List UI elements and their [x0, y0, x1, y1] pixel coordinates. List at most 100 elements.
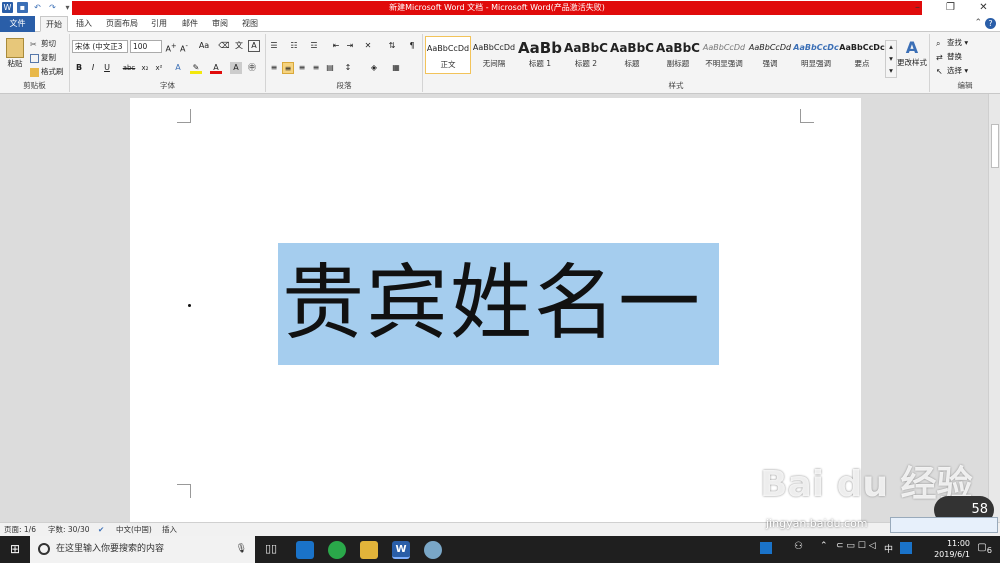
- style-item[interactable]: AaBbCcDc 明显强调: [793, 36, 839, 74]
- notification-icon[interactable]: ▢6: [977, 542, 992, 555]
- style-item[interactable]: AaBbC 标题 2: [563, 36, 609, 74]
- taskbar-search[interactable]: 在这里输入你要搜索的内容 🎙: [30, 536, 255, 563]
- green-app-icon[interactable]: [328, 541, 346, 559]
- cut-button[interactable]: ✂ 剪切: [30, 38, 56, 49]
- increase-indent-icon[interactable]: ⇥: [344, 40, 356, 52]
- align-left-icon[interactable]: ≡: [268, 62, 280, 74]
- save-icon[interactable]: ▪: [17, 2, 28, 13]
- people-icon[interactable]: ⚇: [794, 541, 803, 552]
- font-size-combo[interactable]: 100: [130, 40, 162, 53]
- text-effect-button[interactable]: A: [172, 62, 184, 74]
- scrollbar-thumb[interactable]: [991, 124, 999, 168]
- tab-insert[interactable]: 插入: [76, 16, 92, 32]
- replace-button[interactable]: ⇄ 替换: [936, 51, 962, 62]
- clock[interactable]: 11:00 2019/6/1: [934, 538, 970, 560]
- select-button[interactable]: ↖ 选择 ▾: [936, 65, 968, 76]
- borders-icon[interactable]: ▦: [390, 62, 402, 74]
- restore-button[interactable]: ❐: [934, 0, 967, 16]
- tab-home[interactable]: 开始: [40, 16, 68, 32]
- tab-page-layout[interactable]: 页面布局: [106, 16, 138, 32]
- change-styles-button[interactable]: A 更改样式: [895, 38, 929, 68]
- microphone-icon[interactable]: 🎙: [236, 536, 247, 563]
- crop-mark: [177, 484, 191, 498]
- font-color-button[interactable]: A: [210, 62, 222, 74]
- page-count[interactable]: 页面: 1/6: [4, 523, 36, 536]
- bullets-icon[interactable]: ☰: [268, 40, 280, 52]
- word-count[interactable]: 字数: 30/30: [48, 523, 90, 536]
- shading-icon[interactable]: ◈: [368, 62, 380, 74]
- vertical-scrollbar[interactable]: [988, 94, 1000, 522]
- ime-toolbar[interactable]: [890, 517, 998, 533]
- close-button[interactable]: ✕: [967, 0, 1000, 16]
- bold-button[interactable]: B: [73, 62, 85, 74]
- font-name-combo[interactable]: 宋体 (中文正3: [72, 40, 128, 53]
- tray-app-icon[interactable]: [760, 542, 772, 554]
- sort-icon[interactable]: ⇅: [386, 40, 398, 52]
- numbering-icon[interactable]: ☷: [288, 40, 300, 52]
- change-case-button[interactable]: Aa: [196, 40, 212, 52]
- underline-button[interactable]: U: [101, 62, 113, 74]
- style-item[interactable]: AaBbCcDd 强调: [747, 36, 793, 74]
- align-right-icon[interactable]: ≡: [296, 62, 308, 74]
- style-item[interactable]: AaBb 标题 1: [517, 36, 563, 74]
- tab-mailings[interactable]: 邮件: [182, 16, 198, 32]
- tab-file[interactable]: 文件: [0, 16, 35, 32]
- undo-icon[interactable]: ↶: [32, 2, 43, 13]
- file-explorer-icon[interactable]: [360, 541, 378, 559]
- style-item[interactable]: AaBbCcDc 要点: [839, 36, 885, 74]
- crop-mark: [800, 109, 814, 123]
- style-item[interactable]: AaBbCcDd 不明显强调: [701, 36, 747, 74]
- style-item[interactable]: AaBbCcDd 正文: [425, 36, 471, 74]
- collapse-ribbon-icon[interactable]: ⌃: [974, 18, 982, 28]
- language-indicator[interactable]: 中文(中国): [116, 523, 152, 536]
- justify-icon[interactable]: ≡: [310, 62, 322, 74]
- chinese-layout-icon[interactable]: ✕: [362, 40, 374, 52]
- style-item[interactable]: AaBbC 标题: [609, 36, 655, 74]
- enclose-char-icon[interactable]: ㊥: [246, 62, 258, 74]
- word-taskbar-icon[interactable]: W: [392, 541, 410, 559]
- decrease-indent-icon[interactable]: ⇤: [330, 40, 342, 52]
- copy-button[interactable]: 复制: [30, 52, 56, 63]
- tray-chevron-icon[interactable]: ⌃: [820, 541, 828, 551]
- redo-icon[interactable]: ↷: [47, 2, 58, 13]
- document-text[interactable]: 贵宾姓名一: [282, 250, 702, 358]
- tray-icons[interactable]: ⊂ ▭ ☐ ◁: [836, 541, 876, 551]
- char-shading-button[interactable]: A: [230, 62, 242, 74]
- ime-indicator[interactable]: 中: [884, 542, 893, 555]
- cortana-icon: [38, 543, 50, 555]
- grow-font-button[interactable]: A+: [165, 40, 177, 54]
- tab-references[interactable]: 引用: [151, 16, 167, 32]
- minimize-button[interactable]: –: [901, 0, 934, 16]
- task-view-icon[interactable]: ▯▯: [265, 542, 277, 555]
- windows-start-icon[interactable]: ⊞: [10, 542, 20, 556]
- subscript-button[interactable]: x₂: [139, 62, 151, 74]
- line-spacing-icon[interactable]: ↕: [342, 62, 354, 74]
- insert-mode[interactable]: 插入: [162, 523, 177, 536]
- style-item[interactable]: AaBbC 副标题: [655, 36, 701, 74]
- superscript-button[interactable]: x²: [153, 62, 165, 74]
- help-icon[interactable]: ?: [985, 18, 996, 29]
- italic-button[interactable]: I: [87, 62, 99, 74]
- phonetic-guide-icon[interactable]: 文: [233, 40, 245, 52]
- tab-review[interactable]: 审阅: [212, 16, 228, 32]
- app-icon[interactable]: [424, 541, 442, 559]
- align-center-icon[interactable]: ≡: [282, 62, 294, 74]
- shrink-font-button[interactable]: A-: [178, 40, 190, 54]
- style-item[interactable]: AaBbCcDd 无间隔: [471, 36, 517, 74]
- char-border-button[interactable]: A: [248, 40, 260, 52]
- distributed-icon[interactable]: ▤: [324, 62, 336, 74]
- find-button[interactable]: ⌕ 查找 ▾: [936, 37, 968, 48]
- browser-app-icon[interactable]: [296, 541, 314, 559]
- sogou-icon[interactable]: [900, 542, 912, 554]
- tab-view[interactable]: 视图: [242, 16, 258, 32]
- paste-button[interactable]: 粘贴: [4, 38, 26, 69]
- highlight-color-button[interactable]: ✎: [190, 62, 202, 74]
- document-page[interactable]: 贵宾姓名一: [130, 98, 861, 522]
- proofing-icon[interactable]: ✔: [98, 523, 104, 536]
- format-painter-button[interactable]: 格式刷: [30, 66, 64, 77]
- change-styles-icon: A: [905, 38, 919, 57]
- show-marks-icon[interactable]: ¶: [406, 40, 418, 52]
- strikethrough-button[interactable]: abc: [121, 62, 137, 74]
- multilevel-list-icon[interactable]: ☲: [308, 40, 320, 52]
- clear-format-icon[interactable]: ⌫: [218, 40, 230, 52]
